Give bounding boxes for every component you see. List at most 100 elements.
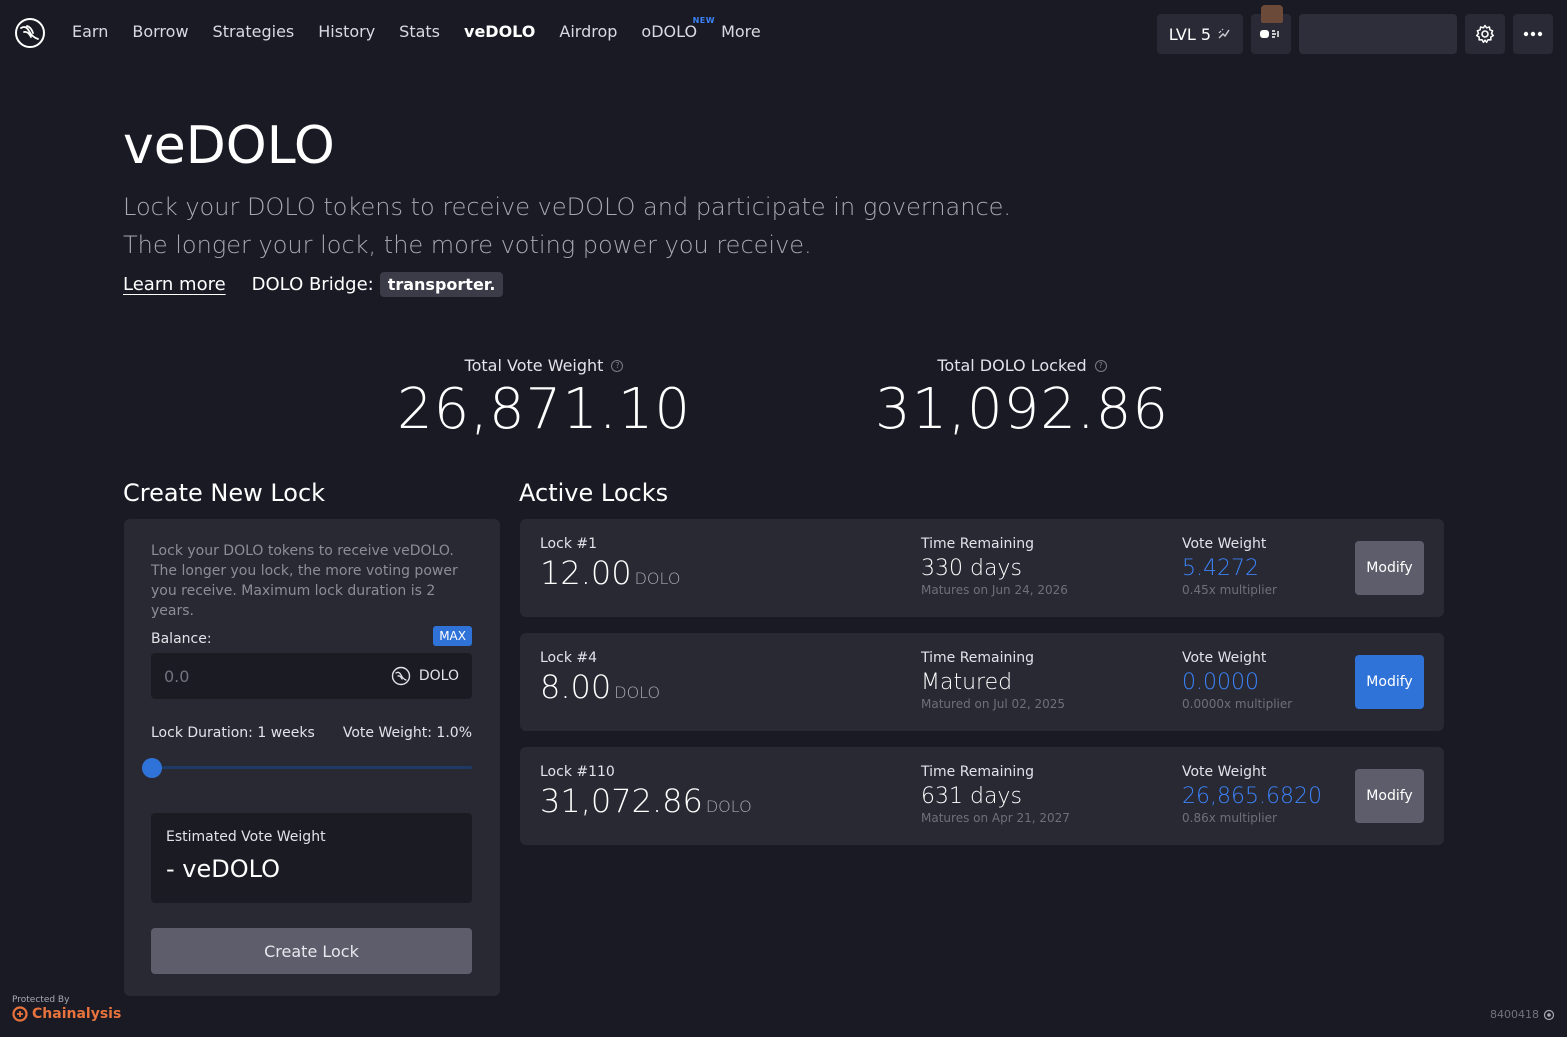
- lock-card: Lock #1 12.00 DOLO Time Remaining 330 days Ma…: [520, 519, 1444, 617]
- token-label: DOLO: [418, 668, 459, 684]
- vote-weight-percent: Vote Weight: 1.0%: [342, 725, 472, 741]
- vote-weight-value: 26,865.6820: [1182, 784, 1322, 809]
- help-icon[interactable]: ?: [611, 359, 624, 372]
- protected-by-label: Protected By: [12, 995, 70, 1005]
- estimated-vote-weight-label: Estimated Vote Weight: [166, 829, 326, 845]
- nav-label: oDOLO: [641, 22, 698, 41]
- total-dolo-locked-label: Total DOLO Locked: [937, 356, 1087, 375]
- learn-more-link[interactable]: Learn more: [123, 274, 226, 295]
- vote-weight-label: Vote Weight: [1182, 650, 1267, 666]
- modify-button[interactable]: Modify: [1355, 541, 1424, 595]
- nav-label: Stats: [399, 22, 441, 41]
- nav-label: History: [318, 22, 376, 41]
- build-label: 8400418: [1490, 1008, 1539, 1021]
- vote-weight-value: 5.4272: [1182, 556, 1259, 581]
- hero-links: Learn more DOLO Bridge: transporter.: [123, 272, 504, 297]
- lock-id: Lock #4: [540, 650, 598, 666]
- nav-label: Strategies: [212, 22, 295, 41]
- time-remaining-col: Time Remaining 330 days Matures on Jun 24,…: [921, 536, 1068, 597]
- avatar-button[interactable]: [1251, 5, 1291, 54]
- estimated-vote-weight-value: - veDOLO: [166, 855, 281, 883]
- time-remaining-value: 631 days: [921, 784, 1022, 809]
- lock-card: Lock #4 8.00 DOLO Time Remaining Matured Matu…: [520, 633, 1444, 731]
- time-remaining-col: Time Remaining 631 days Matures on Apr 21,…: [921, 764, 1070, 825]
- lock-amount: 12.00 DOLO: [540, 554, 680, 592]
- link-icon: [1260, 30, 1279, 38]
- lock-duration-slider[interactable]: [151, 766, 472, 769]
- token-selector: DOLO: [391, 666, 459, 686]
- duration-row: Lock Duration: 1 weeks Vote Weight: 1.0%: [151, 725, 472, 741]
- help-icon[interactable]: ?: [1094, 359, 1107, 372]
- sparkle-icon: [1218, 28, 1230, 39]
- lock-unit: DOLO: [705, 797, 752, 816]
- amount-field[interactable]: DOLO: [151, 653, 472, 699]
- lock-amount-value: 12.00: [540, 554, 632, 592]
- maturity-date: Matures on Jun 24, 2026: [921, 583, 1068, 597]
- vote-weight-col: Vote Weight 0.0000 0.0000x multiplier: [1182, 650, 1292, 711]
- settings-button[interactable]: [1465, 14, 1505, 54]
- lock-unit: DOLO: [634, 569, 681, 588]
- nav-label: More: [721, 22, 761, 41]
- nav-odolo[interactable]: oDOLO NEW: [641, 16, 714, 41]
- active-locks-title: Active Locks: [519, 479, 669, 507]
- vote-weight-col: Vote Weight 5.4272 0.45x multiplier: [1182, 536, 1277, 597]
- lock-amount-col: Lock #1 12.00 DOLO: [540, 536, 680, 592]
- create-lock-title: Create New Lock: [123, 479, 326, 507]
- total-dolo-locked: Total DOLO Locked ? 31,092.86: [872, 356, 1172, 442]
- nav-label: Earn: [72, 22, 109, 41]
- total-dolo-locked-value: 31,092.86: [874, 377, 1169, 442]
- nav-stats[interactable]: Stats: [399, 22, 440, 41]
- protected-by-badge[interactable]: Protected By Chainalysis: [12, 995, 121, 1022]
- top-nav: Earn Borrow Strategies History Stats veDOLO Ai…: [0, 0, 1567, 68]
- total-vote-weight-value: 26,871.10: [396, 377, 691, 442]
- wallet-button[interactable]: [1299, 14, 1457, 54]
- more-menu-button[interactable]: [1513, 14, 1553, 54]
- level-label: LVL 5: [1168, 24, 1211, 44]
- avatar: [1261, 5, 1283, 23]
- nav-earn[interactable]: Earn: [72, 22, 108, 41]
- nav-history[interactable]: History: [318, 22, 375, 41]
- time-remaining-value: Matured: [921, 670, 1013, 695]
- nav-label: Airdrop: [559, 22, 618, 41]
- dolo-token-icon: [391, 666, 411, 686]
- vote-weight-col: Vote Weight 26,865.6820 0.86x multiplier: [1182, 764, 1322, 825]
- create-lock-card: Lock your DOLO tokens to receive veDOLO.…: [124, 519, 500, 996]
- estimated-vote-weight-box: Estimated Vote Weight - veDOLO: [151, 813, 472, 903]
- gear-icon: [1475, 24, 1495, 44]
- lock-id: Lock #1: [540, 536, 598, 552]
- maturity-date: Matures on Apr 21, 2027: [921, 811, 1070, 825]
- lock-duration-label: Lock Duration: 1 weeks: [151, 725, 315, 741]
- nav-airdrop[interactable]: Airdrop: [559, 22, 617, 41]
- modify-button[interactable]: Modify: [1355, 655, 1424, 709]
- vote-weight-value: 0.0000: [1182, 670, 1259, 695]
- slider-thumb[interactable]: [142, 758, 162, 778]
- lock-card: Lock #110 31,072.86 DOLO Time Remaining 631 …: [520, 747, 1444, 845]
- page-title: veDOLO: [123, 116, 335, 176]
- create-lock-button[interactable]: Create Lock: [151, 928, 472, 974]
- transporter-link[interactable]: transporter.: [379, 272, 504, 297]
- nav-borrow[interactable]: Borrow: [132, 22, 188, 41]
- subtitle-line-1: Lock your DOLO tokens to receive veDOLO …: [123, 193, 1012, 221]
- vote-weight-label: Vote Weight: [1182, 764, 1267, 780]
- nav-strategies[interactable]: Strategies: [213, 22, 295, 41]
- time-remaining-label: Time Remaining: [921, 536, 1035, 552]
- nav-label: veDOLO: [464, 22, 536, 41]
- ellipsis-icon: [1523, 31, 1543, 37]
- dolo-bridge: DOLO Bridge: transporter.: [252, 272, 504, 297]
- lock-amount: 8.00 DOLO: [540, 668, 660, 706]
- time-remaining-col: Time Remaining Matured Matured on Jul 02, …: [921, 650, 1065, 711]
- nav-vedolo[interactable]: veDOLO: [464, 22, 535, 41]
- nav-links: Earn Borrow Strategies History Stats veDOLO Ai…: [72, 16, 785, 41]
- level-button[interactable]: LVL 5: [1156, 14, 1243, 54]
- page-subtitle: Lock your DOLO tokens to receive veDOLO …: [123, 188, 1023, 264]
- status-icon: [1543, 1009, 1555, 1020]
- modify-button[interactable]: Modify: [1355, 769, 1424, 823]
- new-badge: NEW: [692, 16, 716, 25]
- lock-id: Lock #110: [540, 764, 615, 780]
- nav-more[interactable]: More: [721, 22, 761, 41]
- lock-amount-col: Lock #110 31,072.86 DOLO: [540, 764, 752, 820]
- amount-input[interactable]: [164, 666, 364, 686]
- lock-amount-value: 8.00: [540, 668, 612, 706]
- dolomite-logo-icon[interactable]: [14, 17, 46, 49]
- max-button[interactable]: MAX: [433, 626, 472, 646]
